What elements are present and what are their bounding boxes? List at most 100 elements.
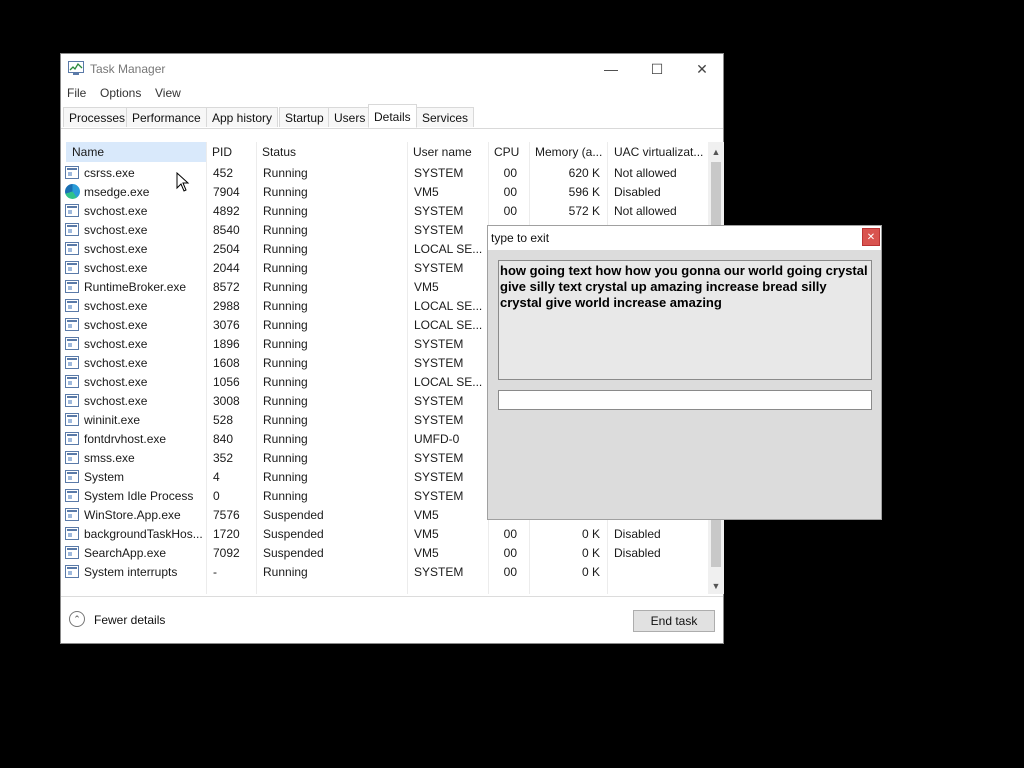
cell-user-name: UMFD-0 — [414, 432, 460, 446]
cell-pid: 7092 — [213, 546, 240, 560]
column-header-name[interactable]: Name — [66, 142, 206, 162]
chevron-up-icon[interactable]: ⌃ — [69, 611, 85, 627]
cell-name: WinStore.App.exe — [84, 508, 181, 522]
cell-uac: Disabled — [614, 546, 661, 560]
tab-app-history[interactable]: App history — [206, 107, 279, 127]
cell-status: Running — [263, 375, 308, 389]
dialog-close-button[interactable]: ✕ — [862, 228, 880, 246]
cell-pid: 4 — [213, 470, 220, 484]
column-header-user-name[interactable]: User name — [407, 142, 487, 162]
cell-memory: 620 K — [568, 166, 600, 180]
cell-user-name: SYSTEM — [414, 470, 464, 484]
cell-name: RuntimeBroker.exe — [84, 280, 187, 294]
fewer-details-link[interactable]: Fewer details — [94, 613, 165, 627]
process-icon — [65, 413, 79, 426]
cell-user-name: SYSTEM — [414, 489, 464, 503]
cell-user-name: SYSTEM — [414, 565, 464, 579]
footer: ⌃ Fewer details End task — [61, 596, 723, 645]
cell-pid: 4892 — [213, 204, 240, 218]
process-icon — [65, 299, 79, 312]
cell-cpu: 00 — [503, 185, 517, 199]
cell-name: System interrupts — [84, 565, 178, 579]
process-icon — [65, 565, 79, 578]
cell-memory: 572 K — [568, 204, 600, 218]
mouse-cursor-icon — [176, 172, 190, 192]
cell-pid: 3008 — [213, 394, 240, 408]
cell-user-name: LOCAL SE... — [414, 299, 483, 313]
cell-status: Running — [263, 470, 308, 484]
menu-view[interactable]: View — [155, 86, 181, 100]
process-icon — [65, 489, 79, 502]
tab-performance[interactable]: Performance — [126, 107, 207, 127]
scroll-up-icon[interactable]: ▲ — [708, 144, 724, 160]
cell-status: Suspended — [263, 508, 324, 522]
menu-file[interactable]: File — [67, 86, 86, 100]
cell-name: smss.exe — [84, 451, 135, 465]
cell-status: Running — [263, 204, 308, 218]
tab-startup[interactable]: Startup — [279, 107, 330, 127]
cell-status: Running — [263, 242, 308, 256]
cell-user-name: SYSTEM — [414, 223, 464, 237]
cell-user-name: SYSTEM — [414, 166, 464, 180]
menu-options[interactable]: Options — [100, 86, 141, 100]
process-icon — [65, 394, 79, 407]
column-header-pid[interactable]: PID — [206, 142, 256, 162]
cell-name: svchost.exe — [84, 318, 148, 332]
cell-name: fontdrvhost.exe — [84, 432, 167, 446]
table-row[interactable]: System interrupts - Running SYSTEM 00 0 K — [61, 563, 706, 582]
table-row[interactable]: svchost.exe 4892 Running SYSTEM 00 572 K Not a… — [61, 202, 706, 221]
cell-pid: 1608 — [213, 356, 240, 370]
cell-name: backgroundTaskHos... — [84, 527, 203, 541]
cell-pid: 2044 — [213, 261, 240, 275]
process-icon — [65, 223, 79, 236]
process-icon — [65, 546, 79, 559]
cell-name: svchost.exe — [84, 261, 148, 275]
cell-pid: 1720 — [213, 527, 240, 541]
cell-cpu: 00 — [503, 546, 517, 560]
cell-user-name: SYSTEM — [414, 394, 464, 408]
title-bar[interactable]: Task Manager — ☐ ✕ — [61, 54, 723, 84]
cell-cpu: 00 — [503, 565, 517, 579]
cell-uac: Disabled — [614, 185, 661, 199]
cell-status: Running — [263, 261, 308, 275]
tab-strip: Processes Performance App history Startu… — [61, 104, 723, 129]
cell-cpu: 00 — [503, 204, 517, 218]
table-row[interactable]: csrss.exe 452 Running SYSTEM 00 620 K Not allo… — [61, 164, 706, 183]
cell-pid: 528 — [213, 413, 234, 427]
cell-uac: Not allowed — [614, 166, 677, 180]
cell-pid: 1056 — [213, 375, 240, 389]
process-icon — [65, 375, 79, 388]
tab-details[interactable]: Details — [368, 104, 417, 128]
table-row[interactable]: SearchApp.exe 7092 Suspended VM5 00 0 K Disabl… — [61, 544, 706, 563]
column-header-memory[interactable]: Memory (a... — [529, 142, 607, 162]
minimize-button[interactable]: — — [588, 54, 634, 84]
cell-name: svchost.exe — [84, 242, 148, 256]
column-header-uac[interactable]: UAC virtualizat... — [608, 142, 706, 162]
cell-status: Running — [263, 451, 308, 465]
edge-browser-icon — [65, 184, 80, 199]
process-icon — [65, 318, 79, 331]
dialog-title-bar[interactable]: type to exit ✕ — [488, 226, 881, 250]
dialog-text-input[interactable] — [498, 390, 872, 410]
tab-services[interactable]: Services — [416, 107, 475, 127]
cell-status: Running — [263, 280, 308, 294]
cell-user-name: LOCAL SE... — [414, 242, 483, 256]
scroll-down-icon[interactable]: ▼ — [708, 578, 724, 594]
process-icon — [65, 204, 79, 217]
column-header-status[interactable]: Status — [256, 142, 406, 162]
cell-user-name: SYSTEM — [414, 451, 464, 465]
maximize-button[interactable]: ☐ — [634, 54, 680, 84]
column-header-cpu[interactable]: CPU — [488, 142, 529, 162]
cell-pid: 7576 — [213, 508, 240, 522]
cell-memory: 0 K — [581, 565, 600, 579]
dialog-prompt-text: how going text how how you gonna our wor… — [498, 260, 872, 380]
close-button[interactable]: ✕ — [679, 54, 725, 84]
cell-memory: 596 K — [568, 185, 600, 199]
tab-processes[interactable]: Processes — [63, 107, 132, 127]
end-task-button[interactable]: End task — [633, 610, 715, 632]
table-row[interactable]: msedge.exe 7904 Running VM5 00 596 K Disabled — [61, 183, 706, 202]
process-icon — [65, 470, 79, 483]
menu-bar: File Options View — [61, 84, 723, 104]
tab-users[interactable]: Users — [328, 107, 372, 127]
table-row[interactable]: backgroundTaskHos... 1720 Suspended VM5 00 0 … — [61, 525, 706, 544]
